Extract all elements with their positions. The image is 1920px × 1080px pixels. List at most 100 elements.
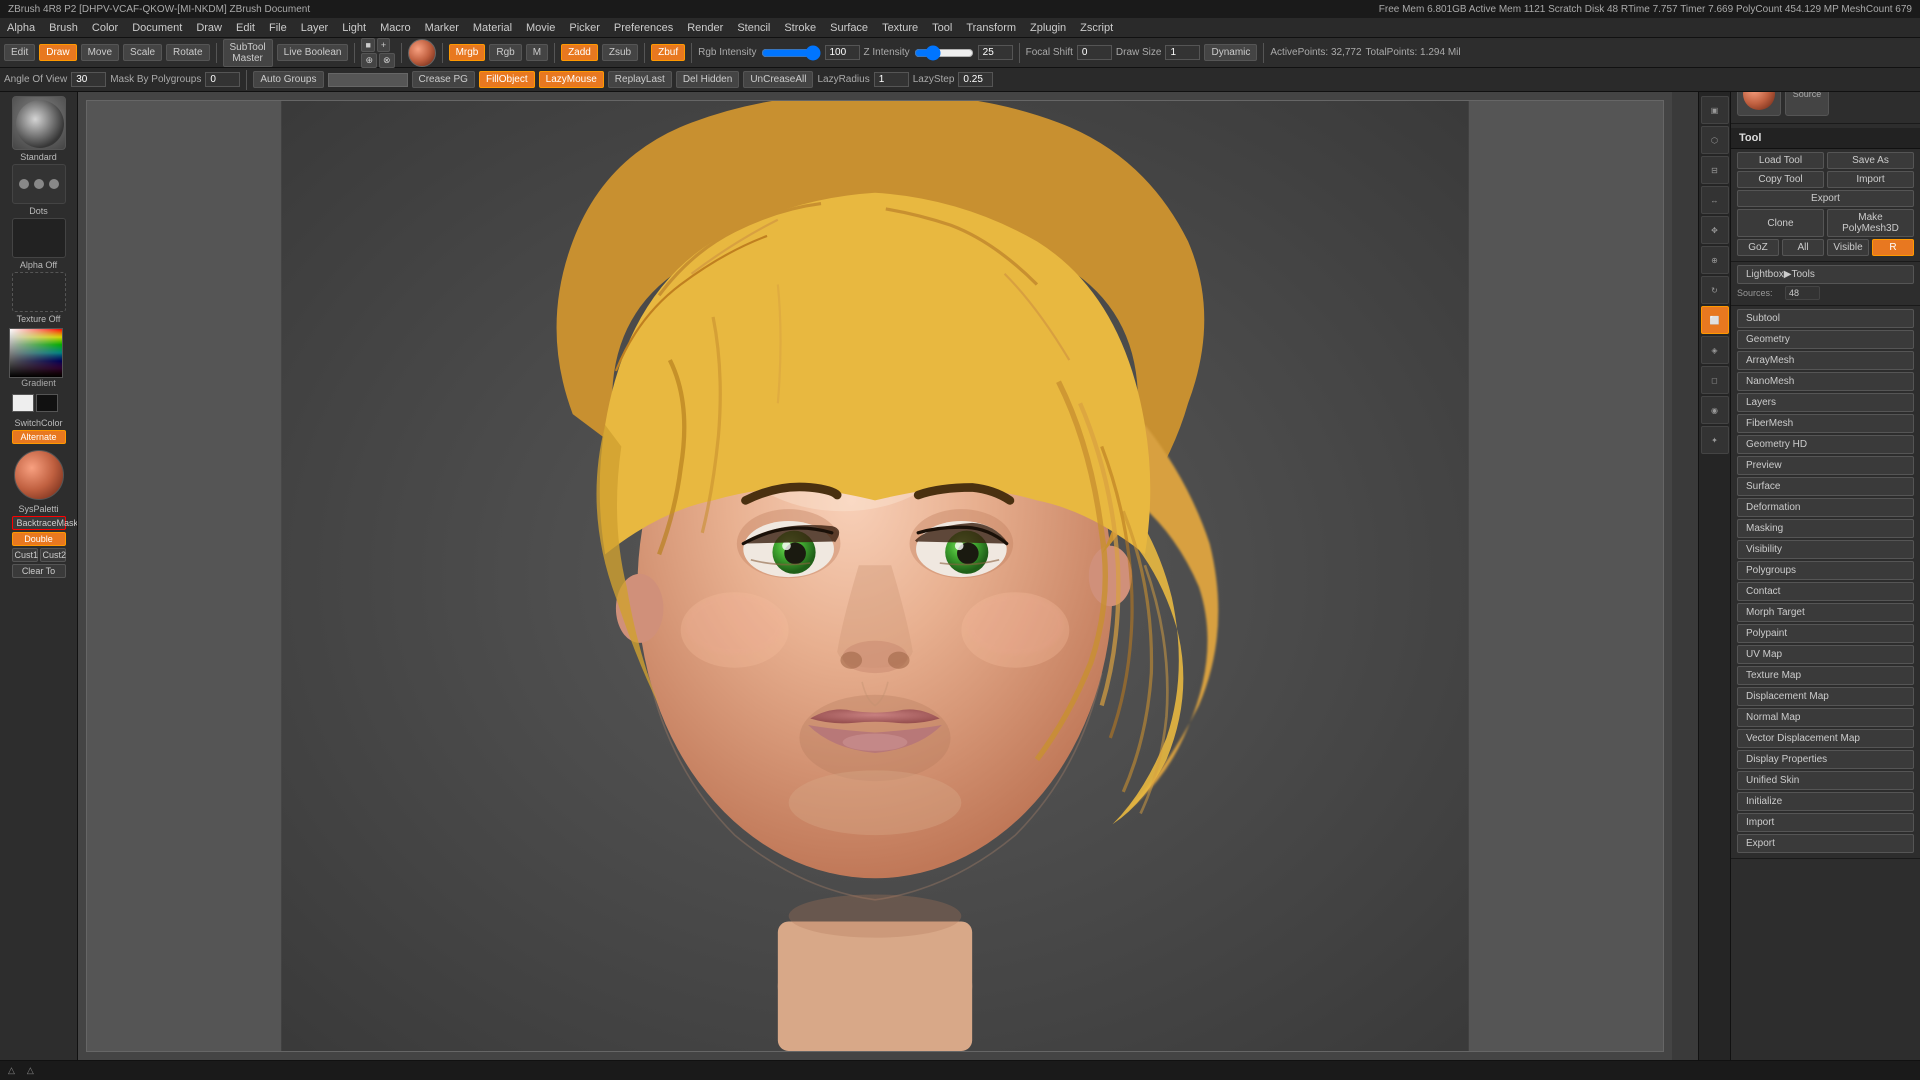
- menu-color[interactable]: Color: [89, 22, 121, 34]
- menu-preferences[interactable]: Preferences: [611, 22, 676, 34]
- fill-object-btn[interactable]: FillObject: [479, 71, 535, 88]
- menu-transform[interactable]: Transform: [963, 22, 1019, 34]
- subtool-master-btn[interactable]: SubToolMaster: [223, 39, 273, 67]
- texture-off-item[interactable]: Texture Off: [9, 272, 69, 324]
- r-btn[interactable]: R: [1872, 239, 1914, 256]
- copy-tool-btn[interactable]: Copy Tool: [1737, 171, 1824, 188]
- rgb-intensity-slider[interactable]: [761, 45, 821, 61]
- color-picker-area[interactable]: Gradient: [9, 328, 69, 388]
- brush-preview-item[interactable]: Standard: [9, 96, 69, 162]
- menu-material[interactable]: Material: [470, 22, 515, 34]
- si-ghost[interactable]: ◻: [1701, 366, 1729, 394]
- clone-btn[interactable]: Clone: [1737, 209, 1824, 237]
- menu-marker[interactable]: Marker: [422, 22, 462, 34]
- material-preview[interactable]: [14, 450, 64, 500]
- import2-btn[interactable]: Import: [1737, 813, 1914, 832]
- canvas-area[interactable]: [78, 92, 1672, 1060]
- un-crease-all-btn[interactable]: UnCreaseAll: [743, 71, 813, 88]
- cust2-btn[interactable]: Cust2: [40, 548, 66, 562]
- rgb-btn[interactable]: Rgb: [489, 44, 521, 61]
- goz-btn[interactable]: GoZ: [1737, 239, 1779, 256]
- si-new[interactable]: ▣: [1701, 96, 1729, 124]
- menu-stroke[interactable]: Stroke: [781, 22, 819, 34]
- visible-btn[interactable]: Visible: [1827, 239, 1869, 256]
- arraymesh-btn[interactable]: ArrayMesh: [1737, 351, 1914, 370]
- move-btn[interactable]: Move: [81, 44, 119, 61]
- menu-document[interactable]: Document: [129, 22, 185, 34]
- color-swatch[interactable]: [408, 39, 436, 67]
- make-polymesh-btn[interactable]: Make PolyMesh3D: [1827, 209, 1914, 237]
- clear-to-btn[interactable]: Clear To: [12, 564, 66, 578]
- draw-btn[interactable]: Draw: [39, 44, 76, 61]
- all-btn[interactable]: All: [1782, 239, 1824, 256]
- cust1-btn[interactable]: Cust1: [12, 548, 38, 562]
- displacement-map-btn[interactable]: Displacement Map: [1737, 687, 1914, 706]
- edit-btn[interactable]: Edit: [4, 44, 35, 61]
- menu-stencil[interactable]: Stencil: [734, 22, 773, 34]
- alternate-btn[interactable]: Alternate: [12, 430, 66, 444]
- z-intensity-slider[interactable]: [914, 45, 974, 61]
- menu-render[interactable]: Render: [684, 22, 726, 34]
- menu-file[interactable]: File: [266, 22, 290, 34]
- icon-btn-4[interactable]: ⊗: [379, 53, 395, 68]
- menu-texture[interactable]: Texture: [879, 22, 921, 34]
- menu-light[interactable]: Light: [339, 22, 369, 34]
- polypaint-btn[interactable]: Polypaint: [1737, 624, 1914, 643]
- scale-btn[interactable]: Scale: [123, 44, 162, 61]
- menu-draw[interactable]: Draw: [193, 22, 225, 34]
- visibility-btn[interactable]: Visibility: [1737, 540, 1914, 559]
- si-polyf[interactable]: ⬜: [1701, 306, 1729, 334]
- lightbox-tools-btn[interactable]: Lightbox▶Tools: [1737, 265, 1914, 284]
- menu-zplugin[interactable]: Zplugin: [1027, 22, 1069, 34]
- backtrace-mask-btn[interactable]: BacktraceMask: [12, 516, 66, 530]
- display-properties-btn[interactable]: Display Properties: [1737, 750, 1914, 769]
- tool-header[interactable]: Tool: [1731, 128, 1920, 149]
- alpha-off-item[interactable]: Alpha Off: [9, 218, 69, 270]
- icon-btn-1[interactable]: ■: [361, 38, 374, 52]
- subtool-btn[interactable]: Subtool: [1737, 309, 1914, 328]
- fibermesh-btn[interactable]: FiberMesh: [1737, 414, 1914, 433]
- si-transp[interactable]: ◈: [1701, 336, 1729, 364]
- menu-picker[interactable]: Picker: [566, 22, 603, 34]
- preview-btn[interactable]: Preview: [1737, 456, 1914, 475]
- menu-surface[interactable]: Surface: [827, 22, 871, 34]
- menu-edit[interactable]: Edit: [233, 22, 258, 34]
- black-swatch[interactable]: [36, 394, 58, 412]
- si-lsym[interactable]: ↔: [1701, 186, 1729, 214]
- geometry-btn[interactable]: Geometry: [1737, 330, 1914, 349]
- menu-macro[interactable]: Macro: [377, 22, 414, 34]
- masking-btn[interactable]: Masking: [1737, 519, 1914, 538]
- texture-map-btn[interactable]: Texture Map: [1737, 666, 1914, 685]
- contact-btn[interactable]: Contact: [1737, 582, 1914, 601]
- mrgb-btn[interactable]: Mrgb: [449, 44, 486, 61]
- normal-map-btn[interactable]: Normal Map: [1737, 708, 1914, 727]
- menu-movie[interactable]: Movie: [523, 22, 558, 34]
- del-hidden-btn[interactable]: Del Hidden: [676, 71, 739, 88]
- auto-groups-btn[interactable]: Auto Groups: [253, 71, 323, 88]
- geometry-hd-btn[interactable]: Geometry HD: [1737, 435, 1914, 454]
- si-floor[interactable]: ⊟: [1701, 156, 1729, 184]
- zadd-btn[interactable]: Zadd: [561, 44, 598, 61]
- double-btn[interactable]: Double: [12, 532, 66, 546]
- si-zoom[interactable]: ⊕: [1701, 246, 1729, 274]
- uv-map-btn[interactable]: UV Map: [1737, 645, 1914, 664]
- rotate-btn[interactable]: Rotate: [166, 44, 209, 61]
- m-btn[interactable]: M: [526, 44, 548, 61]
- export-btn[interactable]: Export: [1737, 190, 1914, 207]
- initialize-btn[interactable]: Initialize: [1737, 792, 1914, 811]
- menu-layer[interactable]: Layer: [298, 22, 332, 34]
- live-boolean-btn[interactable]: Live Boolean: [277, 44, 349, 61]
- unified-skin-btn[interactable]: Unified Skin: [1737, 771, 1914, 790]
- layers-btn[interactable]: Layers: [1737, 393, 1914, 412]
- zbuf-btn[interactable]: Zbuf: [651, 44, 685, 61]
- menu-zscript[interactable]: Zscript: [1077, 22, 1116, 34]
- replay-last-btn[interactable]: ReplayLast: [608, 71, 672, 88]
- menu-alpha[interactable]: Alpha: [4, 22, 38, 34]
- si-move[interactable]: ✥: [1701, 216, 1729, 244]
- menu-tool[interactable]: Tool: [929, 22, 955, 34]
- si-solo[interactable]: ◉: [1701, 396, 1729, 424]
- surface-btn[interactable]: Surface: [1737, 477, 1914, 496]
- deformation-btn[interactable]: Deformation: [1737, 498, 1914, 517]
- dots-preview-item[interactable]: Dots: [9, 164, 69, 216]
- icon-btn-2[interactable]: +: [377, 38, 390, 52]
